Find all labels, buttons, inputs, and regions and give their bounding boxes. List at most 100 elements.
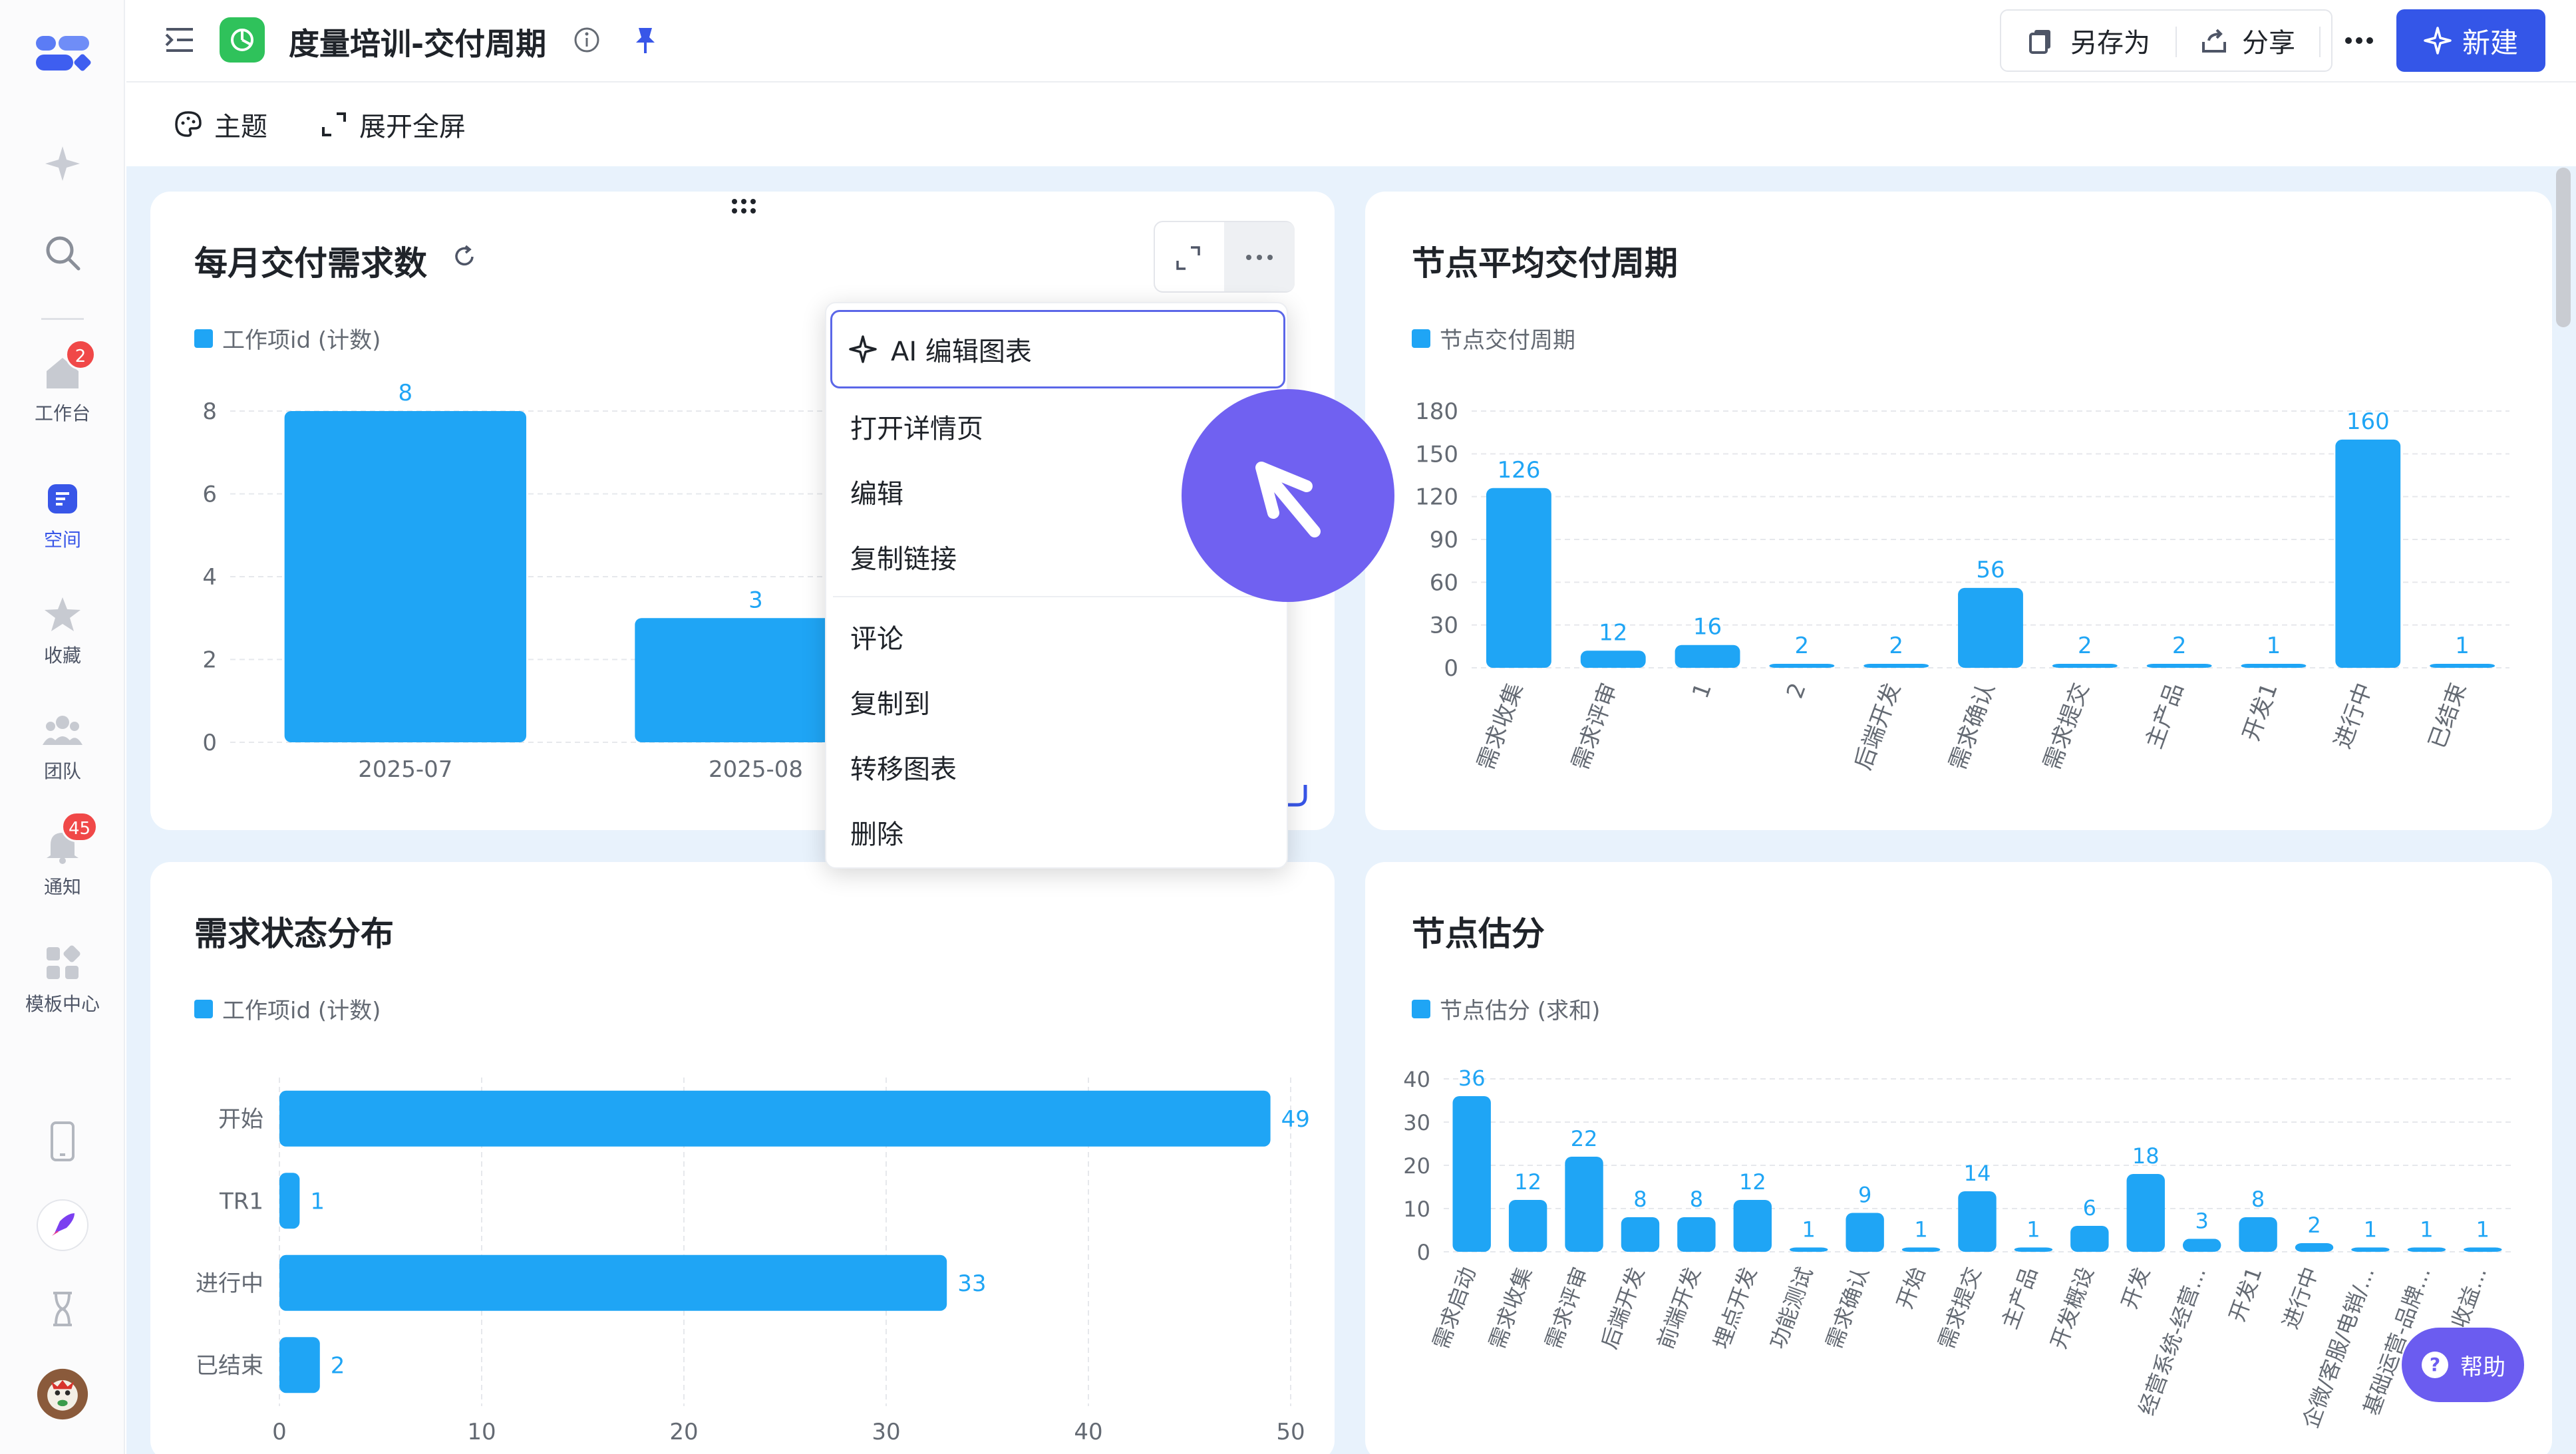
more-options-button[interactable]: [2333, 9, 2386, 72]
y-tick-label: 120: [1415, 484, 1458, 511]
data-label: 2: [2307, 1213, 2321, 1238]
bar: [1901, 1247, 1941, 1252]
x-tick-label: 进行中: [2277, 1264, 2323, 1332]
data-label: 160: [2346, 408, 2390, 435]
bar: [1733, 1200, 1772, 1252]
info-icon[interactable]: [573, 27, 600, 53]
x-tick-label: 需求确认: [1944, 679, 2000, 773]
y-tick-label: 40: [1403, 1067, 1430, 1092]
sidebar-item-team[interactable]: 团队: [0, 712, 125, 784]
y-tick-label: 150: [1415, 441, 1458, 468]
page-title[interactable]: 度量培训-交付周期: [289, 20, 546, 64]
bar: [2126, 1174, 2165, 1252]
sidebar-item-label: 工作台: [34, 402, 90, 424]
help-label: 帮助: [2460, 1354, 2505, 1381]
data-label: 6: [2083, 1195, 2096, 1221]
menu-item-copy-to[interactable]: 复制到: [850, 682, 930, 721]
bar: [2430, 664, 2496, 668]
data-label: 2: [1795, 633, 1810, 659]
x-tick-label: 进行中: [2329, 679, 2377, 752]
space-icon: [43, 480, 82, 517]
help-button[interactable]: ? 帮助: [2402, 1328, 2524, 1402]
share-label: 分享: [2242, 28, 2295, 59]
data-label: 1: [2420, 1217, 2433, 1242]
data-label: 2: [1889, 633, 1903, 659]
data-label: 1: [2267, 633, 2281, 659]
x-tick-label: 前端开发: [1653, 1264, 1705, 1352]
data-label: 1: [1802, 1217, 1816, 1242]
y-tick-label: 6: [202, 482, 217, 508]
y-tick-label: 20: [1403, 1153, 1430, 1179]
hourglass-icon[interactable]: [36, 1282, 89, 1336]
avatar[interactable]: [36, 1368, 89, 1421]
bar: [2407, 1247, 2446, 1252]
search-icon[interactable]: [36, 226, 89, 279]
horizontal-bar-chart-status: 0 10 20 30 40 50 49 开始 1 TR1 33 进行中 2 已结束: [196, 1078, 1310, 1445]
sidebar-item-space[interactable]: 空间: [0, 480, 125, 552]
mobile-icon[interactable]: [36, 1115, 89, 1168]
data-label: 1: [2476, 1217, 2490, 1242]
y-tick-label: 已结束: [196, 1352, 263, 1379]
bar: [2239, 1217, 2277, 1252]
data-label: 1: [2364, 1217, 2377, 1242]
share-icon: [2202, 29, 2226, 53]
x-tick-label: 需求提交: [2038, 679, 2094, 773]
bar: [2335, 439, 2401, 668]
ai-sparkle-icon[interactable]: [36, 137, 89, 190]
data-label: 18: [2132, 1143, 2160, 1169]
bar: [1508, 1200, 1547, 1252]
save-as-button[interactable]: 另存为: [2028, 11, 2150, 71]
bar-chart-node-avg-cycle: 0306090120150180126需求收集12需求评审161222后端开发5…: [1415, 398, 2509, 774]
sidebar-item-workbench[interactable]: 2 工作台: [0, 339, 125, 426]
palette-icon: [175, 111, 202, 137]
pin-icon[interactable]: [633, 25, 657, 55]
bar-chart-node-estimate: 010203040 36需求启动12需求收集22需求评审8后端开发8前端开发12埋…: [1403, 1066, 2511, 1431]
theme-button[interactable]: 主题: [174, 105, 267, 144]
y-tick-label: TR1: [219, 1188, 263, 1215]
sidebar: 2 工作台 空间 收藏 团队 45 通知 模板中心: [0, 0, 125, 1454]
x-tick-label: 开发: [2116, 1264, 2155, 1312]
vertical-scrollbar[interactable]: [2556, 168, 2571, 327]
sidebar-item-templates[interactable]: 模板中心: [0, 945, 125, 1016]
data-label: 2: [2172, 633, 2187, 659]
x-tick-label: 2025-07: [358, 756, 452, 783]
data-label: 8: [399, 380, 413, 406]
sidebar-item-notifications[interactable]: 45 通知: [0, 811, 125, 899]
chart-context-menu: AI 编辑图表 打开详情页 编辑 复制链接 评论 复制到 转移图表 删除: [825, 302, 1288, 869]
share-button[interactable]: 分享: [2201, 11, 2295, 71]
collapse-sidebar-icon[interactable]: [165, 27, 194, 53]
sidebar-item-favorites[interactable]: 收藏: [0, 596, 125, 668]
bar: [1863, 664, 1929, 668]
x-tick-label: 10: [467, 1419, 496, 1445]
help-question-icon: ?: [2422, 1352, 2448, 1378]
x-tick-label: 需求启动: [1428, 1264, 1480, 1352]
bar: [1621, 1217, 1660, 1252]
new-button[interactable]: 新建: [2396, 9, 2545, 72]
menu-item-edit[interactable]: 编辑: [850, 472, 903, 511]
y-tick-label: 30: [1403, 1110, 1430, 1135]
chart-card-status-distribution: 需求状态分布 工作项id (计数) 0 10 20 30 40 50 49 开始 1 TR1 33 进…: [150, 862, 1335, 1454]
y-tick-label: 60: [1430, 569, 1458, 596]
data-label: 8: [1633, 1187, 1647, 1212]
data-label: 1: [1914, 1217, 1927, 1242]
cursor-highlight: [1182, 389, 1394, 602]
menu-divider: [833, 596, 1283, 597]
rocket-icon[interactable]: [36, 1199, 89, 1252]
menu-item-open-detail[interactable]: 打开详情页: [850, 407, 983, 446]
menu-item-copy-link[interactable]: 复制链接: [850, 537, 957, 576]
fullscreen-button[interactable]: 展开全屏: [321, 105, 466, 144]
data-label: 22: [1571, 1126, 1598, 1151]
x-tick-label: 主产品: [2141, 679, 2189, 752]
bar: [2052, 664, 2118, 668]
bar: [1958, 1191, 1997, 1252]
menu-item-comment[interactable]: 评论: [850, 617, 903, 656]
data-label: 12: [1739, 1169, 1766, 1195]
data-label: 2: [331, 1352, 345, 1379]
app-logo-icon[interactable]: [33, 33, 92, 73]
menu-item-ai-edit[interactable]: AI 编辑图表: [830, 310, 1285, 388]
menu-item-move-chart[interactable]: 转移图表: [850, 748, 957, 786]
x-tick-label: 40: [1074, 1419, 1102, 1445]
bar: [1452, 1096, 1491, 1252]
menu-item-delete[interactable]: 删除: [850, 813, 903, 851]
x-tick-label: 需求收集: [1484, 1264, 1537, 1352]
